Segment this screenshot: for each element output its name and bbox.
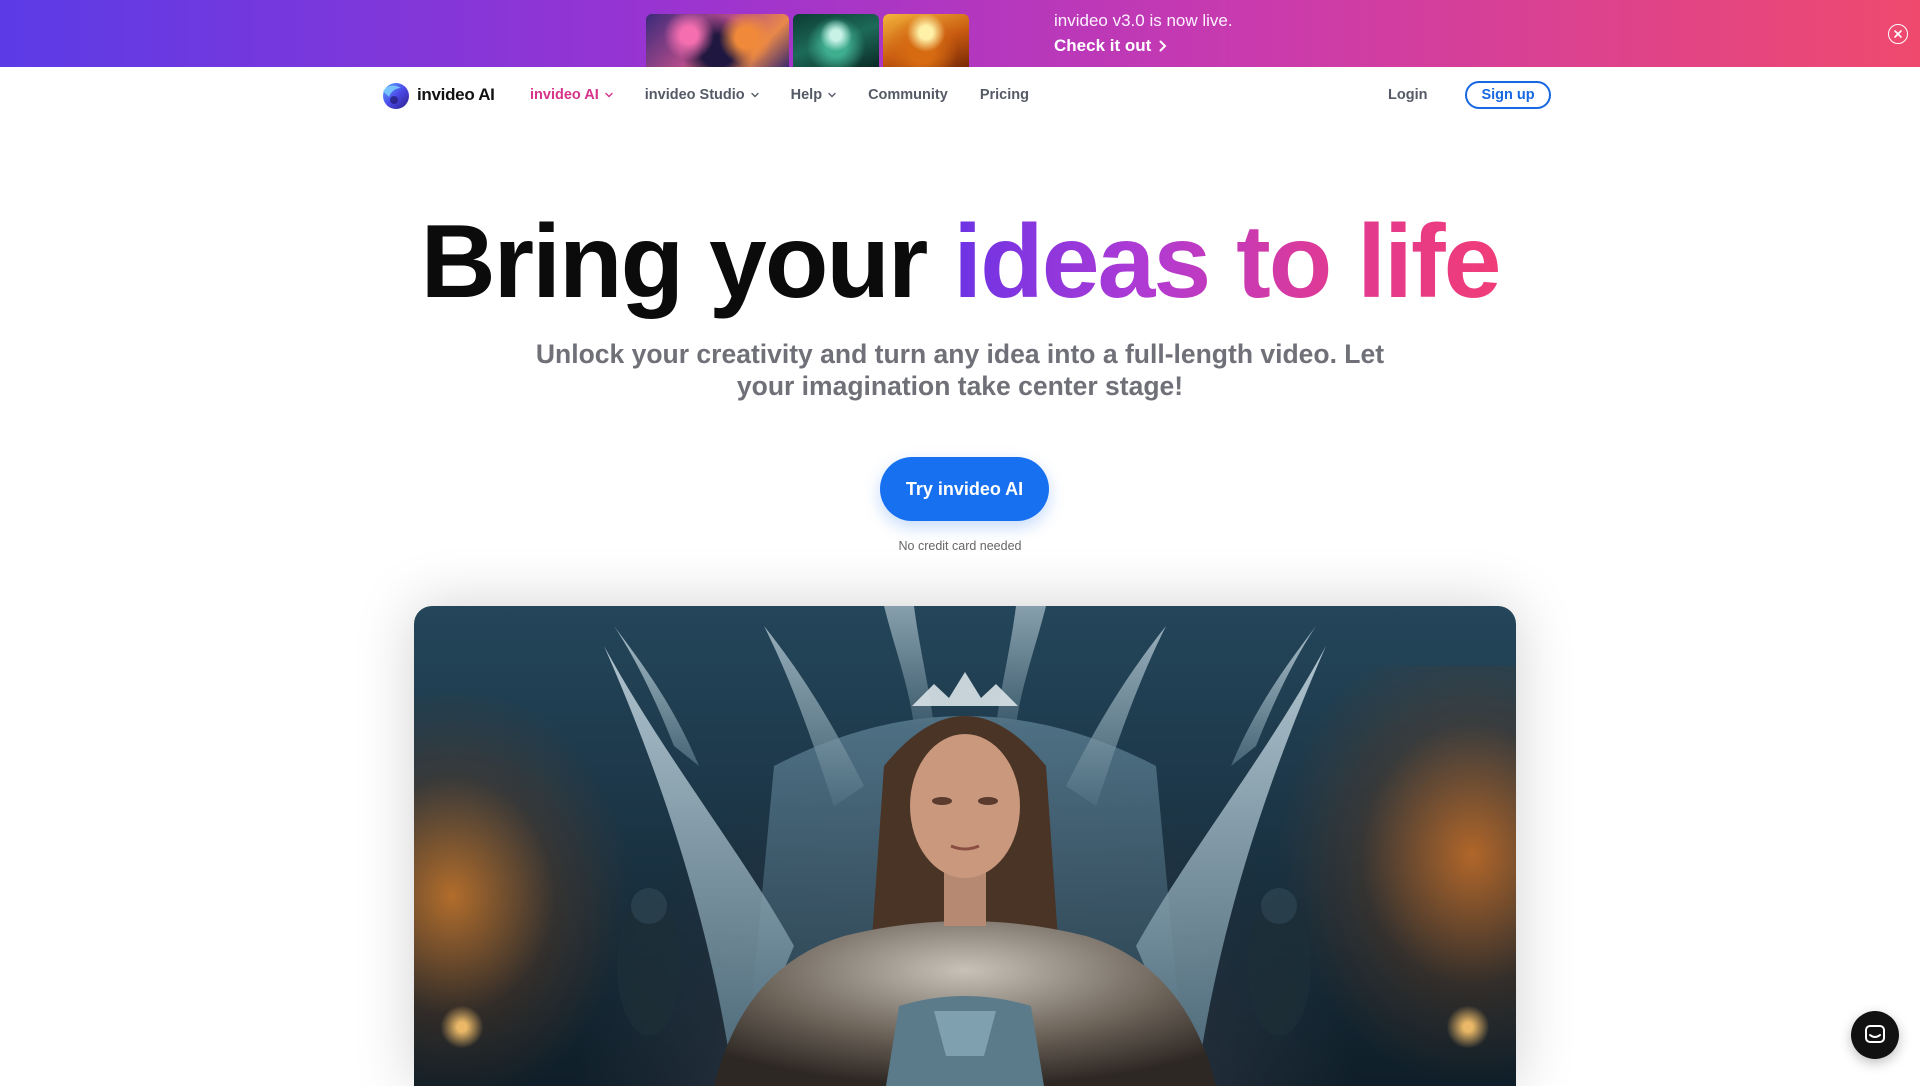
nav-item-label: Pricing bbox=[979, 87, 1029, 103]
announcement-banner: invideo v3.0 is now live. Check it out bbox=[0, 0, 1920, 67]
candle-glow-left bbox=[432, 1002, 492, 1052]
invideo-logo[interactable]: invideo AI bbox=[379, 79, 495, 111]
no-credit-card-note: No credit card needed bbox=[898, 539, 1022, 553]
nav-item-invideo-ai[interactable]: invideo AI bbox=[530, 87, 613, 103]
green-creature-thumbnail bbox=[793, 14, 879, 67]
nav-item-community[interactable]: Community bbox=[868, 87, 948, 103]
banner-close-button[interactable] bbox=[1888, 24, 1908, 44]
nav-item-invideo-studio[interactable]: invideo Studio bbox=[645, 87, 759, 103]
hero-title: Bring your ideas to life bbox=[0, 200, 1920, 324]
close-icon bbox=[1894, 30, 1902, 38]
nav-item-help[interactable]: Help bbox=[791, 87, 836, 103]
nav-item-label: invideo AI bbox=[530, 87, 599, 103]
signup-button[interactable]: Sign up bbox=[1465, 81, 1551, 109]
chevron-down-icon bbox=[750, 92, 759, 98]
invideo-logo-icon bbox=[383, 83, 409, 109]
nav-auth: Login Sign up bbox=[1388, 67, 1551, 123]
fire-figure-thumbnail bbox=[883, 14, 969, 67]
candle-glow-right bbox=[1438, 1002, 1498, 1052]
nav-item-label: Community bbox=[868, 87, 948, 103]
chat-launcher-button[interactable] bbox=[1851, 1011, 1899, 1059]
banner-thumbnails bbox=[646, 14, 969, 67]
hero-title-gradient: ideas to life bbox=[953, 204, 1501, 320]
chat-icon bbox=[1865, 1025, 1885, 1043]
logo-text: invideo AI bbox=[417, 85, 495, 104]
try-invideo-ai-button[interactable]: Try invideo AI bbox=[880, 457, 1049, 521]
nav-item-pricing[interactable]: Pricing bbox=[980, 87, 1029, 103]
banner-text: invideo v3.0 is now live. Check it out bbox=[1054, 10, 1233, 57]
login-link[interactable]: Login bbox=[1388, 87, 1427, 103]
nav-item-label: Help bbox=[790, 87, 823, 103]
hero-showcase-video[interactable] bbox=[414, 606, 1516, 1086]
banner-check-it-out-link[interactable]: Check it out bbox=[1054, 35, 1233, 57]
chevron-right-icon bbox=[1159, 40, 1167, 52]
banner-headline: invideo v3.0 is now live. bbox=[1054, 11, 1233, 30]
queen-figure bbox=[714, 672, 1216, 1086]
chevron-down-icon bbox=[828, 92, 836, 98]
top-navbar: invideo AI invideo AI invideo Studio Hel… bbox=[0, 67, 1920, 123]
hero-title-plain: Bring your bbox=[420, 204, 954, 320]
nav-links: invideo AI invideo Studio Help Community… bbox=[530, 67, 1029, 123]
banner-cta-label: Check it out bbox=[1054, 36, 1152, 55]
chevron-down-icon bbox=[605, 92, 613, 98]
nav-item-label: invideo Studio bbox=[644, 87, 745, 103]
hero-subtitle: Unlock your creativity and turn any idea… bbox=[535, 339, 1385, 401]
cosmic-thumbnail bbox=[646, 14, 789, 67]
